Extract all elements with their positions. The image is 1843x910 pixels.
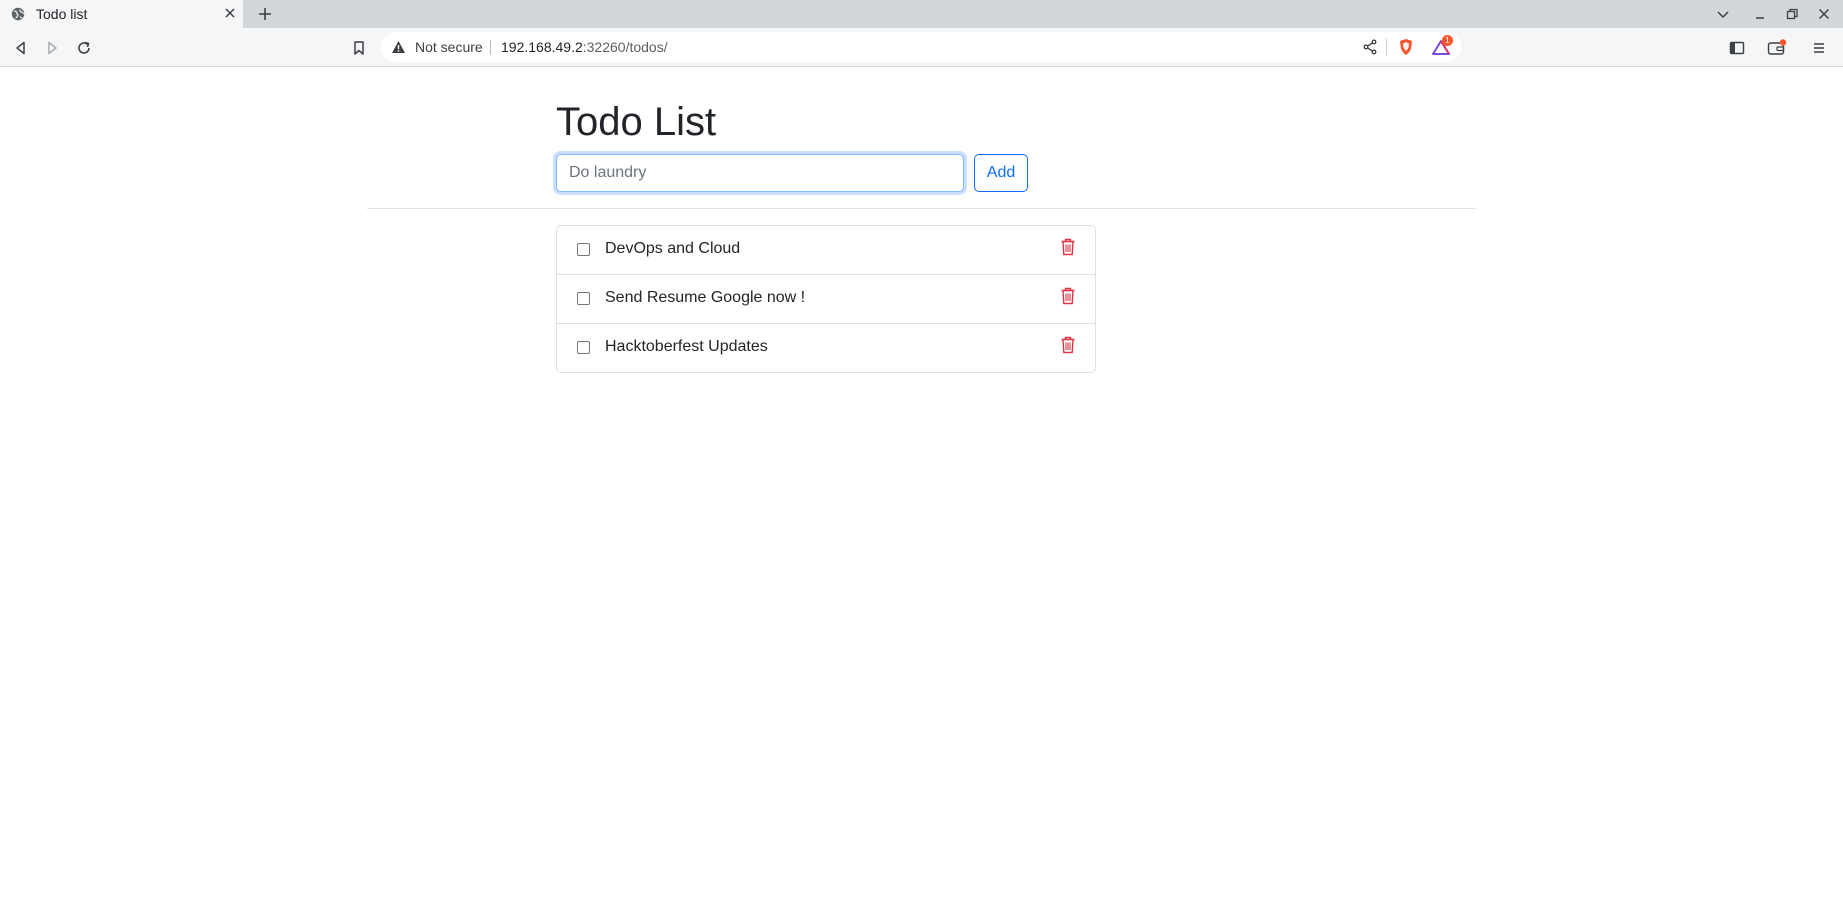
page-title: Todo List: [556, 100, 717, 144]
menu-button[interactable]: [1808, 37, 1830, 59]
reload-button[interactable]: [73, 37, 95, 59]
url-host: 192.168.49.2: [501, 39, 583, 55]
page-content: Todo List Add DevOps and Cloud Send Resu…: [0, 68, 1843, 910]
wallet-button[interactable]: [1766, 37, 1788, 59]
globe-icon: [11, 7, 25, 21]
url-path: :32260/todos/: [582, 39, 668, 55]
todo-item: DevOps and Cloud: [557, 226, 1095, 275]
restore-icon[interactable]: [1783, 5, 1801, 23]
todo-item: Send Resume Google now !: [557, 275, 1095, 324]
trash-icon[interactable]: [1060, 238, 1076, 256]
todo-checkbox[interactable]: [577, 243, 590, 256]
warning-icon: [392, 41, 405, 53]
window-close-icon[interactable]: [1815, 5, 1833, 23]
todo-text: DevOps and Cloud: [605, 240, 741, 257]
wallet-icon: [1767, 39, 1787, 55]
reload-icon: [78, 41, 90, 54]
browser-toolbar: Not secure 192.168.49.2:32260/todos/ 1: [0, 28, 1843, 67]
todo-item: Hacktoberfest Updates: [557, 324, 1095, 372]
trash-icon[interactable]: [1060, 336, 1076, 354]
todo-checkbox[interactable]: [577, 341, 590, 354]
separator: [490, 40, 491, 55]
bookmark-button[interactable]: [348, 37, 370, 59]
close-icon[interactable]: [222, 5, 238, 21]
back-arrow-icon: [16, 41, 25, 55]
hamburger-menu-icon: [1814, 43, 1824, 53]
todo-checkbox[interactable]: [577, 292, 590, 305]
chevron-down-icon[interactable]: [1714, 5, 1732, 23]
rewards-badge: 1: [1442, 35, 1453, 46]
plus-icon[interactable]: [256, 5, 274, 23]
todo-text: Hacktoberfest Updates: [605, 338, 768, 355]
tab-strip: Todo list: [0, 0, 1843, 28]
sidebar-icon: [1729, 41, 1745, 55]
back-button[interactable]: [10, 37, 32, 59]
address-bar[interactable]: Not secure 192.168.49.2:32260/todos/ 1: [381, 32, 1461, 62]
brave-shields-icon[interactable]: [1397, 38, 1415, 56]
omnibox-divider: [1386, 38, 1387, 56]
url-text[interactable]: 192.168.49.2:32260/todos/: [501, 39, 668, 55]
forward-button[interactable]: [41, 37, 63, 59]
todo-input[interactable]: [556, 154, 964, 192]
todo-text: Send Resume Google now !: [605, 289, 806, 306]
security-label[interactable]: Not secure: [415, 39, 483, 55]
tab-title: Todo list: [36, 6, 88, 22]
divider: [367, 208, 1476, 209]
bookmark-icon: [354, 41, 364, 55]
minimize-icon[interactable]: [1751, 5, 1769, 23]
browser-tab[interactable]: Todo list: [0, 0, 243, 28]
forward-arrow-icon: [48, 41, 57, 55]
todo-list: DevOps and Cloud Send Resume Google now …: [556, 225, 1096, 373]
share-icon[interactable]: [1361, 38, 1379, 56]
sidebar-button[interactable]: [1726, 37, 1748, 59]
trash-icon[interactable]: [1060, 287, 1076, 305]
add-button[interactable]: Add: [974, 154, 1028, 192]
